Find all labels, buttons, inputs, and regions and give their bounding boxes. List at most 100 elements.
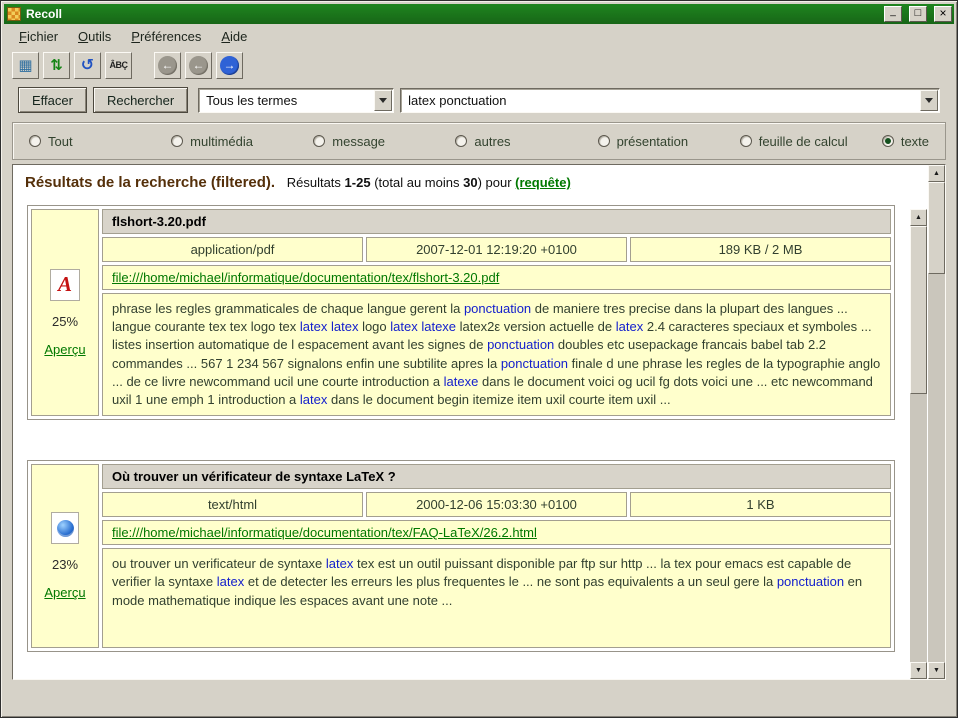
- titlebar: Recoll: [4, 4, 954, 24]
- results-count-prefix: Résultats: [287, 175, 341, 190]
- scroll-thumb[interactable]: [928, 182, 945, 274]
- results-area: Résultats de la recherche (filtered). Ré…: [12, 164, 946, 680]
- clear-search-icon: ▦: [18, 56, 32, 74]
- query-link[interactable]: (requête): [515, 175, 571, 190]
- chevron-down-icon[interactable]: [920, 90, 938, 111]
- mime-type: text/html: [102, 492, 363, 517]
- search-button[interactable]: Rechercher: [93, 87, 188, 113]
- results-total: 30: [463, 175, 477, 190]
- radio-icon[interactable]: [171, 135, 183, 147]
- window-title: Recoll: [26, 7, 877, 21]
- scroll-down-button[interactable]: [928, 662, 945, 679]
- results-total-post: ) pour: [478, 175, 512, 190]
- radio-icon[interactable]: [598, 135, 610, 147]
- result-size: 189 KB / 2 MB: [630, 237, 891, 262]
- result-side-panel: 23% Aperçu: [31, 464, 99, 648]
- radio-label: feuille de calcul: [759, 134, 848, 149]
- radio-multimedia[interactable]: multimédia: [171, 134, 313, 149]
- preview-link[interactable]: Aperçu: [44, 342, 85, 357]
- radio-icon[interactable]: [740, 135, 752, 147]
- menubar: Fichier Outils Préférences Aide: [4, 24, 954, 48]
- results-range: 1-25: [345, 175, 371, 190]
- radio-label: présentation: [617, 134, 689, 149]
- close-button[interactable]: [934, 6, 952, 22]
- radio-message[interactable]: message: [313, 134, 455, 149]
- app-icon: [7, 7, 21, 21]
- result-entry: 25% Aperçu flshort-3.20.pdf application/…: [27, 205, 895, 420]
- result-abstract: phrase les regles grammaticales de chaqu…: [102, 293, 891, 416]
- entry-gap: [23, 420, 899, 450]
- update-index-button[interactable]: ⇅: [43, 52, 70, 79]
- recoll-window: Recoll Fichier Outils Préférences Aide ▦…: [0, 0, 958, 718]
- scroll-down-button[interactable]: [910, 662, 927, 679]
- spell-abc-icon: ÂBÇ: [110, 60, 128, 70]
- menu-item-aide[interactable]: Aide: [212, 26, 256, 47]
- clear-search-button[interactable]: ▦: [12, 52, 39, 79]
- search-controls: Effacer Rechercher Tous les termes: [4, 82, 954, 118]
- scroll-up-button[interactable]: [928, 165, 945, 182]
- radio-label: Tout: [48, 134, 73, 149]
- result-url-link[interactable]: file:///home/michael/informatique/docume…: [112, 525, 537, 540]
- search-mode-select[interactable]: Tous les termes: [198, 88, 394, 113]
- mime-type: application/pdf: [102, 237, 363, 262]
- result-date: 2000-12-06 15:03:30 +0100: [366, 492, 627, 517]
- next-page-button[interactable]: →: [216, 52, 243, 79]
- radio-feuille-de-calcul[interactable]: feuille de calcul: [740, 134, 882, 149]
- first-page-button[interactable]: ←: [154, 52, 181, 79]
- result-meta-row: application/pdf 2007-12-01 12:19:20 +010…: [102, 237, 891, 262]
- minimize-button[interactable]: [884, 6, 902, 22]
- radio-label: autres: [474, 134, 510, 149]
- pdf-icon: [50, 269, 80, 301]
- result-url-link[interactable]: file:///home/michael/informatique/docume…: [112, 270, 499, 285]
- outer-scrollbar[interactable]: [928, 165, 945, 679]
- menu-item-outils[interactable]: Outils: [69, 26, 120, 47]
- history-back-button[interactable]: ↺: [74, 52, 101, 79]
- menu-item-fichier[interactable]: Fichier: [10, 26, 67, 47]
- doc-type-filter: Tout multimédia message autres présentat…: [12, 122, 946, 160]
- term-explorer-button[interactable]: ÂBÇ: [105, 52, 132, 79]
- globe-page-icon: [51, 512, 79, 544]
- chevron-down-icon[interactable]: [374, 90, 392, 111]
- results-headline: Résultats de la recherche (filtered). Ré…: [23, 172, 899, 195]
- results-total-pre: (total au moins: [374, 175, 459, 190]
- results-header-title: Résultats de la recherche (filtered).: [25, 174, 275, 191]
- search-query-input[interactable]: [408, 93, 917, 108]
- menu-item-preferences[interactable]: Préférences: [122, 26, 210, 47]
- radio-icon[interactable]: [313, 135, 325, 147]
- clear-button[interactable]: Effacer: [18, 87, 87, 113]
- relevance-percent: 23%: [52, 557, 78, 572]
- result-title: flshort-3.20.pdf: [102, 209, 891, 234]
- scroll-up-button[interactable]: [910, 209, 927, 226]
- radio-texte[interactable]: texte: [882, 134, 929, 149]
- radio-icon[interactable]: [455, 135, 467, 147]
- result-entry: 23% Aperçu Où trouver un vérificateur de…: [27, 460, 895, 652]
- radio-label: texte: [901, 134, 929, 149]
- back-arrow-circle-icon: ↺: [81, 55, 94, 75]
- maximize-button[interactable]: [909, 6, 927, 22]
- relevance-percent: 25%: [52, 314, 78, 329]
- scroll-thumb[interactable]: [910, 226, 927, 394]
- prev-arrow-icon: ←: [189, 56, 208, 75]
- prev-arrow-icon: ←: [158, 56, 177, 75]
- radio-presentation[interactable]: présentation: [598, 134, 740, 149]
- next-arrow-icon: →: [220, 56, 239, 75]
- result-url-cell: file:///home/michael/informatique/docume…: [102, 265, 891, 290]
- results-list: Résultats de la recherche (filtered). Ré…: [13, 165, 909, 679]
- radio-tout[interactable]: Tout: [29, 134, 171, 149]
- statusbar: [4, 680, 954, 714]
- search-query-combo: [400, 88, 940, 113]
- inner-scrollbar[interactable]: [910, 209, 927, 679]
- result-date: 2007-12-01 12:19:20 +0100: [366, 237, 627, 262]
- prev-page-button[interactable]: ←: [185, 52, 212, 79]
- result-size: 1 KB: [630, 492, 891, 517]
- result-side-panel: 25% Aperçu: [31, 209, 99, 416]
- radio-label: message: [332, 134, 385, 149]
- radio-label: multimédia: [190, 134, 253, 149]
- preview-link[interactable]: Aperçu: [44, 585, 85, 600]
- results-summary: Résultats 1-25 (total au moins 30) pour …: [287, 175, 571, 190]
- radio-icon[interactable]: [29, 135, 41, 147]
- radio-autres[interactable]: autres: [455, 134, 597, 149]
- radio-icon-selected[interactable]: [882, 135, 894, 147]
- result-title: Où trouver un vérificateur de syntaxe La…: [102, 464, 891, 489]
- result-abstract: ou trouver un verificateur de syntaxe la…: [102, 548, 891, 648]
